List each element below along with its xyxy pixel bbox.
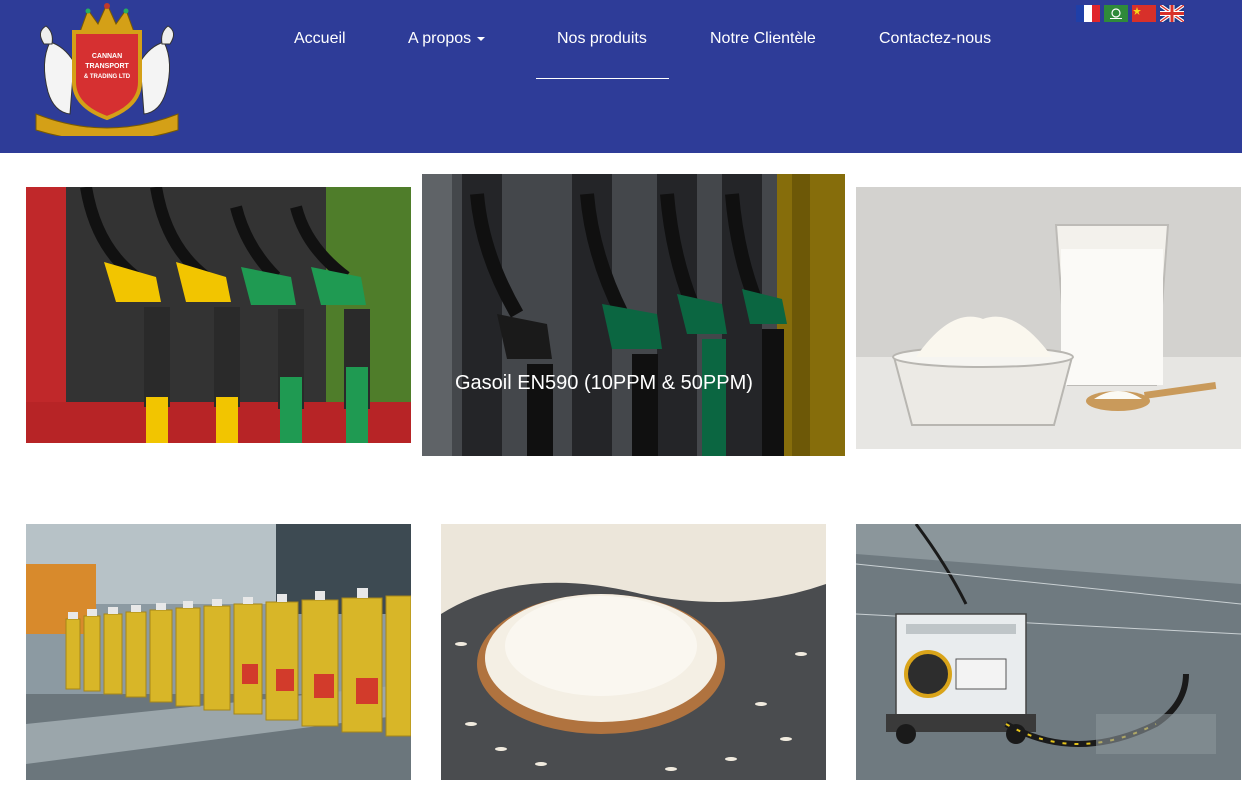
language-selector bbox=[1076, 5, 1184, 22]
product-caption: Gasoil EN590 (10PPM & 50PPM) bbox=[455, 372, 753, 394]
rice-bowl-photo bbox=[441, 524, 826, 780]
product-tile-vegetable-oil[interactable] bbox=[26, 524, 411, 780]
nav-active-indicator bbox=[536, 78, 669, 79]
flag-uk-icon[interactable] bbox=[1160, 5, 1184, 22]
flag-china-icon[interactable] bbox=[1132, 5, 1156, 22]
nav-item-notre-clientele[interactable]: Notre Clientèle bbox=[710, 30, 816, 48]
product-tile-rice[interactable] bbox=[441, 524, 826, 780]
fuel-pumps-photo bbox=[26, 187, 411, 443]
site-header: CANNAN TRANSPORT & TRADING LTD Accueil A… bbox=[0, 0, 1242, 153]
product-tile-fuel-pumps[interactable] bbox=[26, 187, 411, 443]
nav-item-nos-produits[interactable]: Nos produits bbox=[557, 30, 647, 48]
flag-saudi-icon[interactable] bbox=[1104, 5, 1128, 22]
product-tile-milk-powder[interactable] bbox=[856, 187, 1241, 449]
nav-item-label: A propos bbox=[408, 30, 472, 47]
flag-france-icon[interactable] bbox=[1076, 5, 1100, 22]
nav-item-label: Contactez-nous bbox=[879, 30, 992, 47]
nav-item-contactez-nous[interactable]: Contactez-nous bbox=[879, 30, 991, 48]
product-tile-aviation-fuel[interactable] bbox=[856, 524, 1241, 780]
tile-hover-overlay bbox=[422, 174, 845, 456]
nav-item-accueil[interactable]: Accueil bbox=[294, 30, 346, 48]
caret-down-icon bbox=[477, 36, 486, 41]
nav-item-label: Accueil bbox=[294, 30, 346, 47]
nav-item-label: Notre Clientèle bbox=[710, 30, 816, 47]
vegetable-oil-bottles-photo bbox=[26, 524, 411, 780]
nav-item-label: Nos produits bbox=[557, 30, 647, 47]
milk-powder-photo bbox=[856, 187, 1241, 449]
nav-item-a-propos[interactable]: A propos bbox=[408, 30, 486, 48]
aircraft-fuel-truck-photo bbox=[856, 524, 1241, 780]
main-navigation: Accueil A propos Nos produits Notre Clie… bbox=[0, 0, 1242, 100]
product-tile-gasoil[interactable]: Gasoil EN590 (10PPM & 50PPM) bbox=[422, 174, 845, 456]
